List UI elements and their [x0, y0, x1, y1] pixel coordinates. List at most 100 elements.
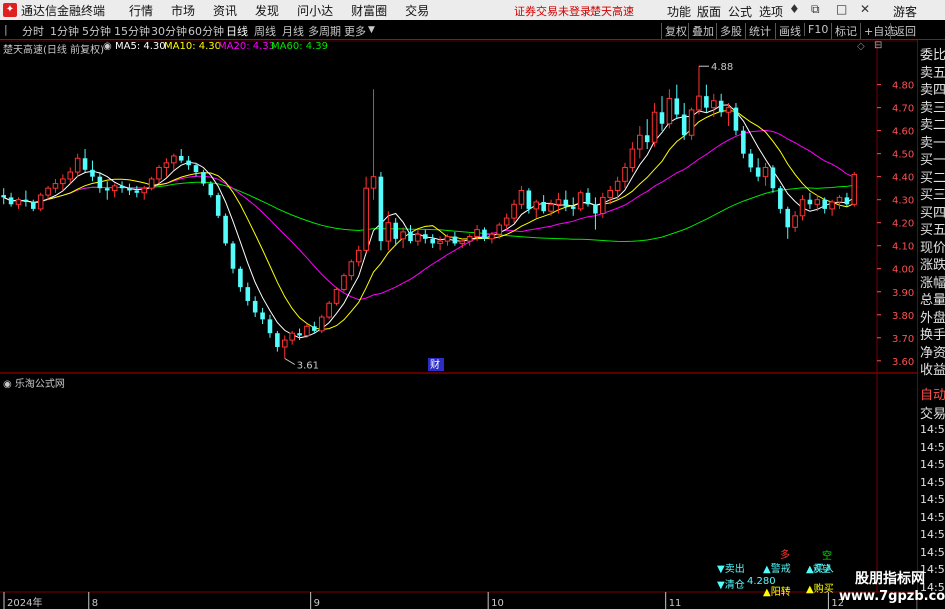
price-tick-label: 4.10: [892, 242, 914, 253]
candle-body-down: [90, 169, 95, 177]
candle-body-down: [193, 165, 199, 173]
price-tick-label: 4.50: [892, 150, 914, 161]
tab-period-weekly[interactable]: 周线: [254, 23, 276, 39]
price-tick-label: 3.80: [892, 311, 914, 322]
more-chevron-icon[interactable]: ▼: [368, 25, 375, 35]
candle-body-up: [333, 288, 340, 304]
tab-period-multi[interactable]: 多周期: [308, 23, 341, 39]
menu-item-1[interactable]: 市场: [171, 2, 195, 19]
statistics-button[interactable]: 统计: [745, 23, 771, 39]
skin-icon[interactable]: ♦: [789, 2, 800, 16]
candle-body-up: [533, 201, 540, 210]
menu-options[interactable]: 选项: [759, 3, 783, 20]
candle-body-up: [141, 187, 148, 194]
signal-alert: ▲警戒: [763, 564, 791, 575]
candle-body-down: [718, 100, 724, 113]
ma60-line: [3, 181, 855, 243]
menu-layout[interactable]: 版面: [697, 3, 721, 20]
menu-item-6[interactable]: 交易: [405, 2, 429, 19]
candle-body-down: [482, 229, 487, 239]
candle-body-down: [104, 188, 110, 191]
quote-label-8: 买三: [920, 188, 945, 203]
tab-period-15min[interactable]: 15分钟: [114, 23, 150, 39]
candle-body-up: [156, 166, 162, 180]
login-notice[interactable]: 证券交易未登录: [514, 3, 591, 19]
candle-body-up: [111, 185, 118, 191]
guest-label[interactable]: 游客: [893, 3, 917, 20]
tab-period-30min[interactable]: 30分钟: [151, 23, 187, 39]
app-logo-icon: ✦: [3, 3, 17, 17]
multi-stock-button[interactable]: 多股: [716, 23, 742, 39]
subpanel-settings-icon[interactable]: ◉: [3, 379, 12, 390]
candle-body-up: [799, 199, 806, 217]
stock-name-notice: 楚天高速: [590, 5, 634, 18]
back-button[interactable]: 返回: [890, 23, 916, 39]
tick-time-7: 14:56: [920, 545, 945, 559]
tab-period-monthly[interactable]: 月线: [282, 23, 304, 39]
candle-body-up: [496, 224, 503, 235]
tab-period-more[interactable]: 更多: [344, 23, 366, 39]
ma20-line: [3, 129, 855, 301]
maximize-icon[interactable]: □: [836, 2, 847, 16]
tab-auto[interactable]: 自动: [920, 384, 945, 403]
candle-body-down: [82, 158, 88, 170]
overlay-button[interactable]: 叠加: [688, 23, 714, 39]
menu-function[interactable]: 功能: [667, 3, 691, 20]
candle-body-up: [45, 187, 51, 196]
tick-time-1: 14:56: [920, 440, 945, 454]
signal-duo: 多: [780, 550, 790, 561]
candle-body-down: [208, 183, 214, 196]
quote-side-panel: 委比 卖五 卖四 卖三 卖二 卖一 买一 买二 买三 买四 买五 现价 涨跌 涨幅 总量 外盘 换手 净资 收益 自…: [917, 40, 945, 609]
restore-icon[interactable]: ⧉: [811, 2, 820, 17]
mark-button[interactable]: 标记: [831, 23, 857, 39]
quote-label-14: 总量: [920, 293, 945, 308]
tick-time-3: 14:56: [920, 475, 945, 489]
menu-item-5[interactable]: 财富圈: [351, 2, 387, 19]
event-marker-label: 财: [430, 358, 440, 371]
candle-body-up: [725, 107, 732, 113]
candle-body-up: [696, 95, 702, 111]
low-label: 3.61: [297, 360, 319, 371]
menu-formula[interactable]: 公式: [728, 3, 752, 20]
candle-body-up: [792, 215, 798, 228]
adjust-button[interactable]: 复权: [661, 23, 687, 39]
menu-item-0[interactable]: 行情: [129, 2, 153, 19]
tab-period-1min[interactable]: 1分钟: [50, 23, 79, 39]
close-icon[interactable]: ✕: [860, 2, 870, 16]
candle-body-down: [186, 160, 191, 166]
tab-trade[interactable]: 交易: [920, 403, 945, 422]
candle-body-down: [785, 208, 791, 228]
tab-period-5min[interactable]: 5分钟: [82, 23, 111, 39]
candle-body-up: [600, 196, 606, 215]
candle-body-down: [119, 185, 125, 189]
main-menu: 行情 市场 资讯 发现 问小达 财富圈 交易: [129, 2, 447, 19]
signal-guancha: 观望: [813, 565, 832, 575]
candle-body-up: [577, 192, 584, 210]
f10-button[interactable]: F10: [804, 23, 828, 36]
menu-item-4[interactable]: 问小达: [297, 2, 333, 19]
candle-body-up: [444, 236, 451, 242]
tab-period-60min[interactable]: 60分钟: [188, 23, 224, 39]
candle-body-down: [127, 188, 132, 191]
menu-item-2[interactable]: 资讯: [213, 2, 237, 19]
candle-body-down: [748, 153, 754, 168]
subpanel-title: 乐淘公式网: [14, 379, 65, 390]
diamond-icon[interactable]: ◇: [857, 41, 865, 52]
candle-body-down: [585, 192, 591, 205]
draw-line-button[interactable]: 画线: [775, 23, 801, 39]
tab-period-tick[interactable]: 分时: [22, 23, 44, 39]
menu-item-3[interactable]: 发现: [255, 2, 279, 19]
price-tick-label: 3.60: [892, 357, 914, 368]
candle-body-up: [163, 162, 170, 168]
candle-body-down: [230, 243, 236, 269]
collapse-icon[interactable]: ⊟: [874, 40, 882, 51]
kline-chart[interactable]: 4.80 4.70 4.60 4.50 4.40 4.30 4.20 4.10 4.00 3.90…: [0, 40, 917, 609]
candle-body-down: [452, 236, 458, 244]
tab-period-daily[interactable]: 日线: [226, 23, 248, 39]
candle-body-down: [408, 231, 413, 242]
quote-label-11: 现价: [920, 240, 945, 256]
watermark-logo: 股朋指标网 www.7gpzb.com: [835, 565, 945, 609]
candle-body-down: [822, 199, 828, 209]
ma-settings-icon[interactable]: ◉: [103, 41, 112, 52]
tick-time-6: 14:56: [920, 528, 945, 541]
